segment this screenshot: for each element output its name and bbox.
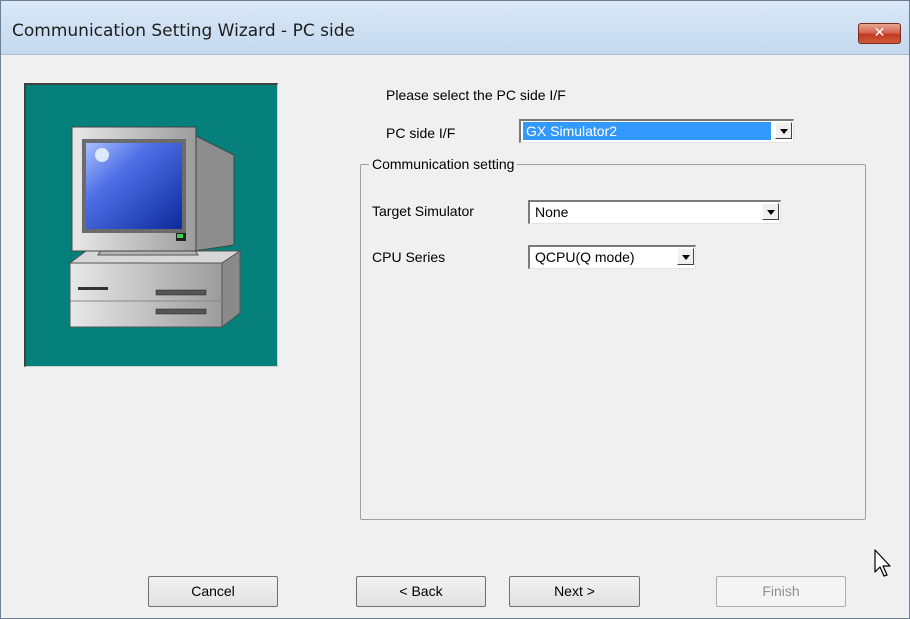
chevron-down-icon[interactable] (762, 203, 779, 220)
pc-side-if-label: PC side I/F (386, 125, 456, 141)
computer-monitor-icon (24, 83, 278, 367)
window-title: Communication Setting Wizard - PC side (12, 21, 355, 41)
wizard-body: Please select the PC side I/F PC side I/… (1, 55, 909, 618)
close-button[interactable]: ✕ (858, 23, 901, 44)
chevron-down-icon[interactable] (677, 248, 694, 265)
next-button[interactable]: Next > (509, 576, 640, 607)
chevron-down-icon[interactable] (775, 122, 792, 139)
wizard-window: Communication Setting Wizard - PC side ✕ (0, 0, 910, 619)
title-bar: Communication Setting Wizard - PC side ✕ (1, 1, 909, 55)
pc-side-if-dropdown[interactable]: GX Simulator2 (519, 119, 794, 143)
finish-button: Finish (716, 576, 846, 607)
mouse-pointer-icon (873, 548, 895, 585)
back-button[interactable]: < Back (356, 576, 486, 607)
cpu-series-value: QCPU(Q mode) (535, 249, 635, 265)
close-icon: ✕ (873, 25, 886, 41)
cpu-series-label: CPU Series (372, 249, 446, 265)
prompt-text: Please select the PC side I/F (386, 87, 566, 103)
target-simulator-label: Target Simulator (372, 203, 474, 219)
target-simulator-value: None (535, 204, 569, 220)
target-simulator-dropdown[interactable]: None (528, 200, 781, 224)
cancel-button[interactable]: Cancel (148, 576, 278, 607)
cpu-series-dropdown[interactable]: QCPU(Q mode) (528, 245, 696, 269)
pc-side-if-value: GX Simulator2 (523, 122, 771, 140)
communication-setting-title: Communication setting (369, 156, 518, 172)
